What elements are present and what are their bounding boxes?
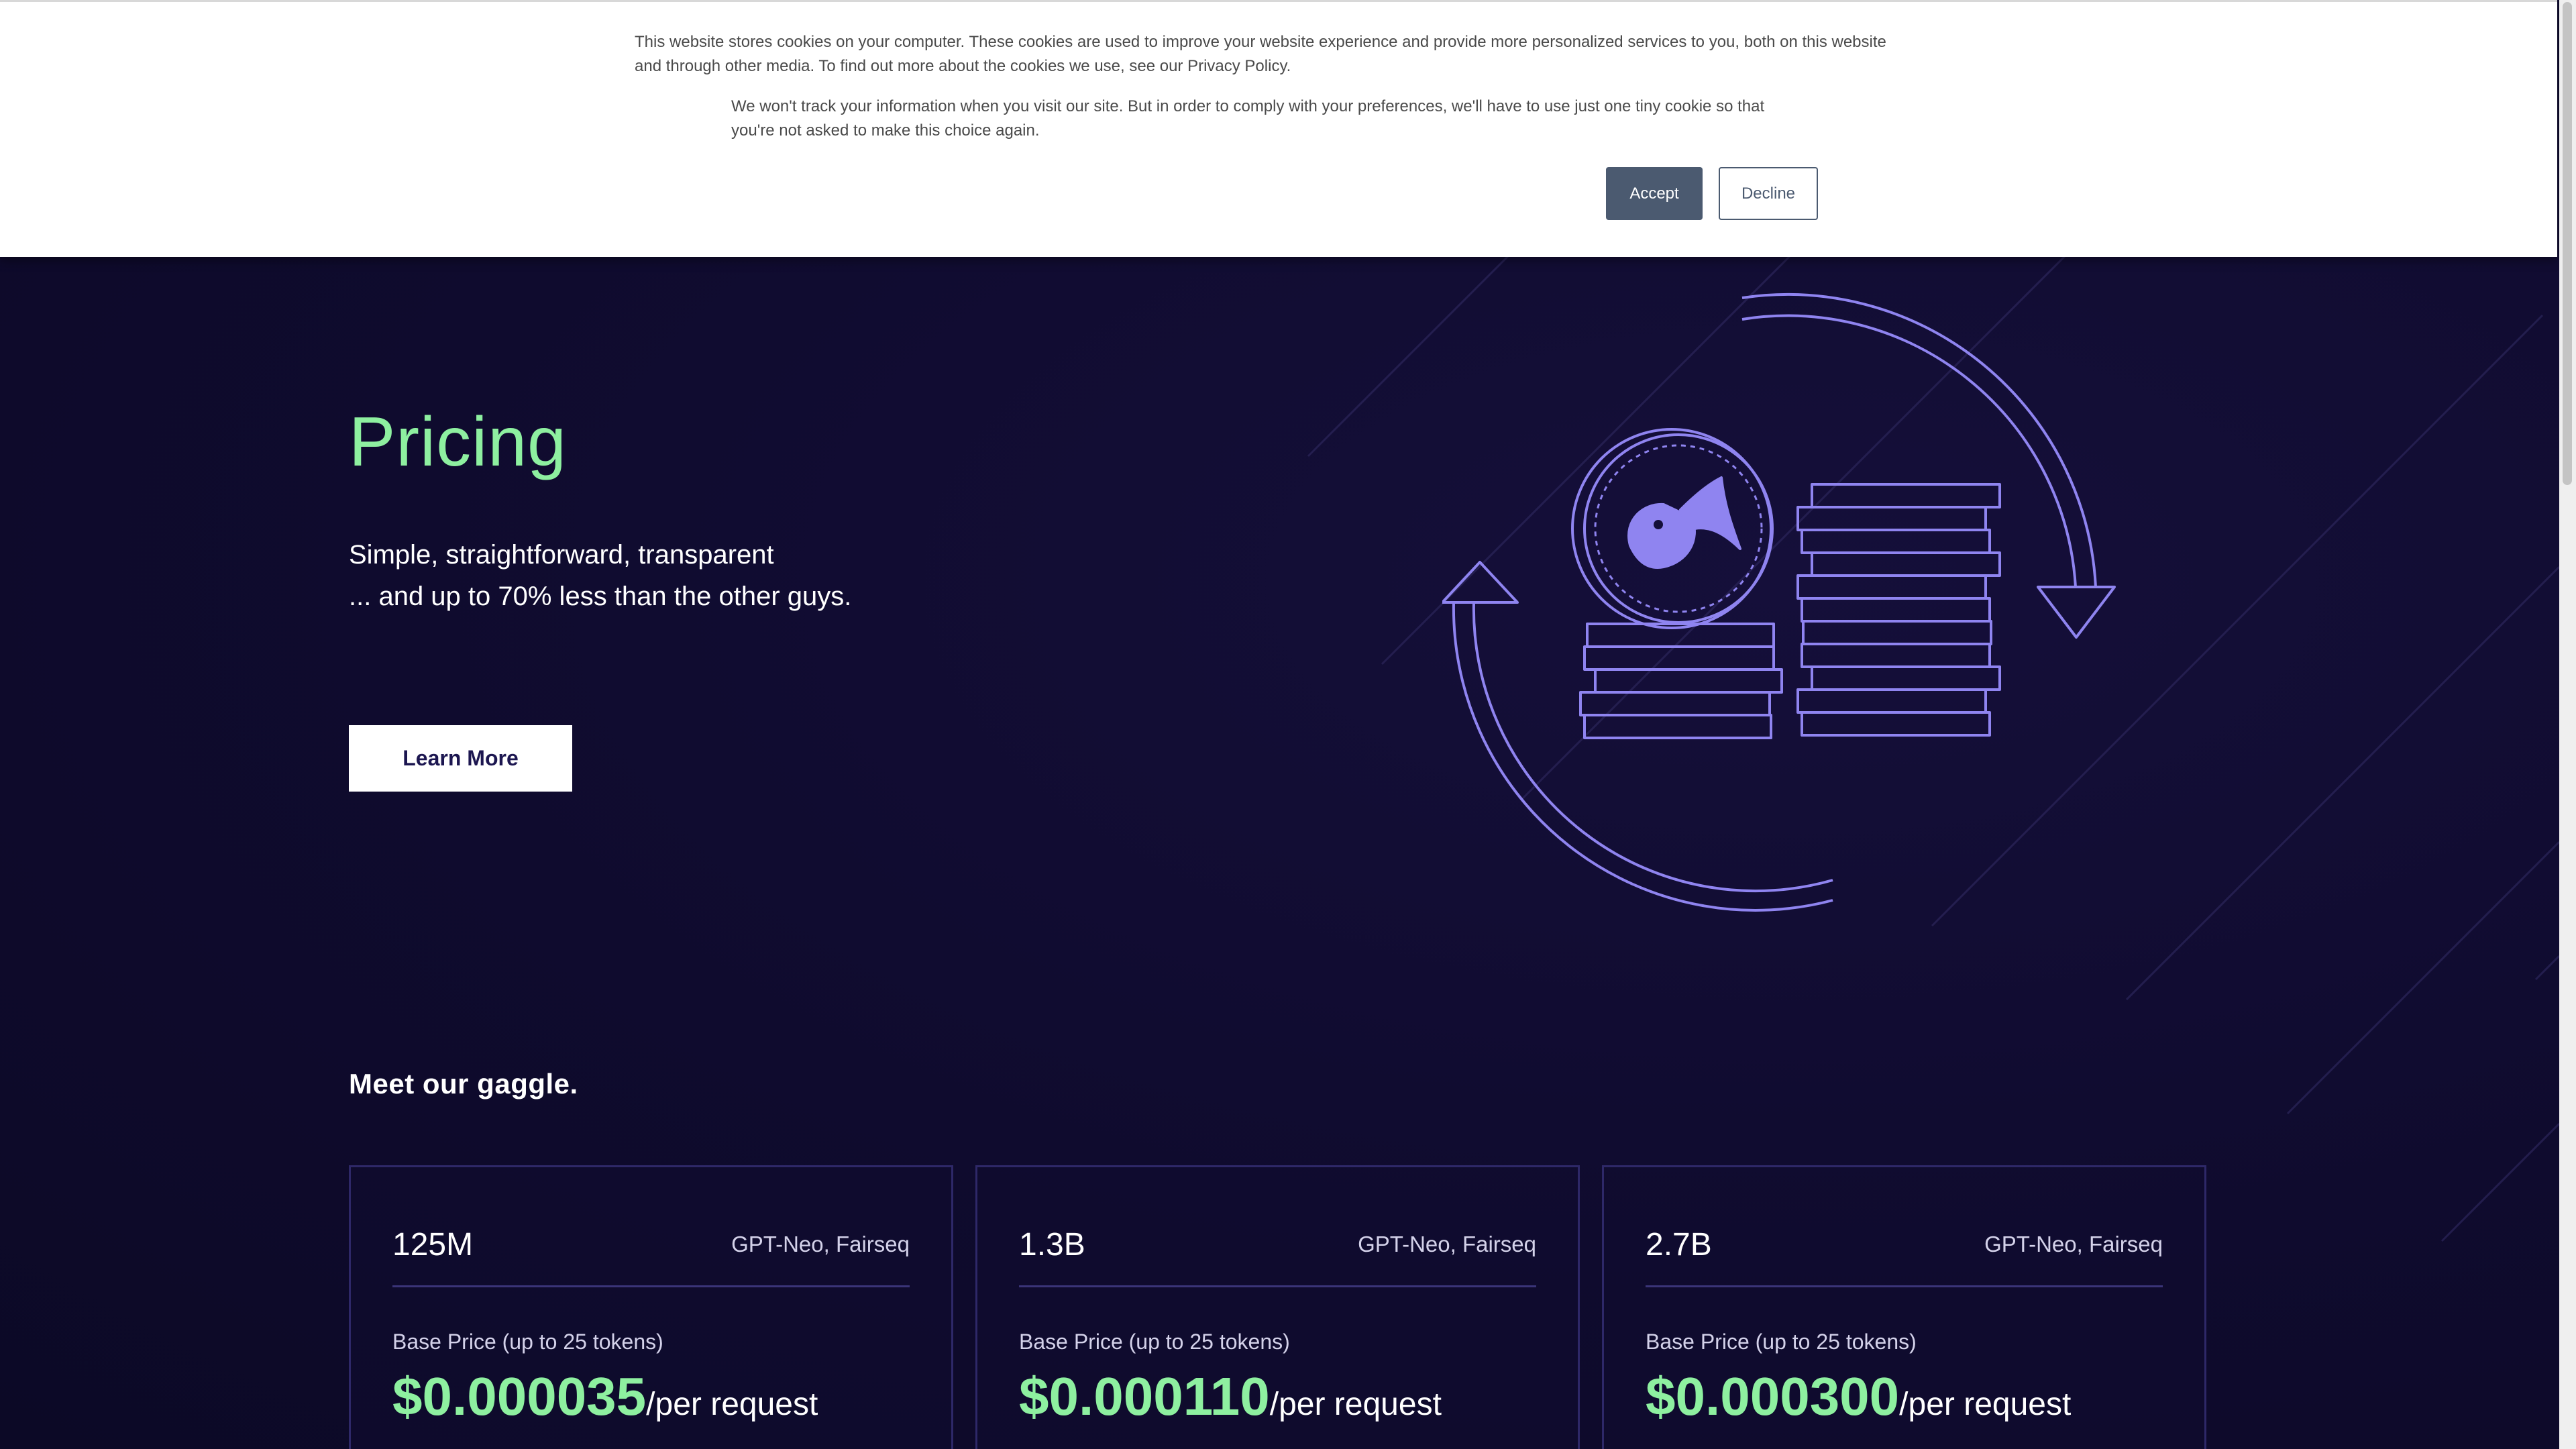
scrollbar-thumb[interactable]	[2563, 2, 2572, 485]
card-price-value: $0.000110	[1019, 1366, 1270, 1426]
pricing-card-2-7b: 2.7B GPT-Neo, Fairseq Base Price (up to …	[1602, 1165, 2206, 1449]
card-base-price-label: Base Price (up to 25 tokens)	[392, 1330, 663, 1354]
cookie-banner: This website stores cookies on your comp…	[0, 0, 2557, 257]
card-price-unit: /per request	[1269, 1387, 1442, 1422]
card-model-size: 1.3B	[1019, 1227, 1085, 1263]
vertical-scrollbar[interactable]	[2559, 0, 2576, 1449]
page: Pricing Simple, straightforward, transpa…	[0, 0, 2559, 1449]
pricing-card-125m: 125M GPT-Neo, Fairseq Base Price (up to …	[349, 1165, 953, 1449]
hero-subtitle: Simple, straightforward, transparent ...…	[349, 534, 851, 617]
cookie-tracking-text: We won't track your information when you…	[731, 97, 1765, 140]
card-model-names: GPT-Neo, Fairseq	[731, 1232, 910, 1256]
card-model-names: GPT-Neo, Fairseq	[1984, 1232, 2163, 1256]
coin-stack-icon	[1796, 483, 2001, 737]
pricing-illustration	[1442, 293, 2116, 912]
hero-subtitle-line-1: Simple, straightforward, transparent	[349, 540, 774, 570]
page-title: Pricing	[349, 403, 567, 481]
card-model-names: GPT-Neo, Fairseq	[1358, 1232, 1536, 1256]
card-price-unit: /per request	[646, 1387, 818, 1422]
card-model-size: 125M	[392, 1227, 474, 1263]
card-divider	[1646, 1285, 2163, 1287]
section-title-gaggle: Meet our gaggle.	[349, 1068, 578, 1099]
card-price: $0.000035/per request	[392, 1366, 818, 1428]
card-base-price-label: Base Price (up to 25 tokens)	[1019, 1330, 1290, 1354]
card-model-size: 2.7B	[1646, 1227, 1712, 1263]
cycle-arrows-icon	[1442, 293, 2116, 912]
card-price-unit: /per request	[1899, 1387, 2072, 1422]
coin-stack-icon	[1579, 623, 1783, 739]
card-divider	[392, 1285, 910, 1287]
pricing-card-1-3b: 1.3B GPT-Neo, Fairseq Base Price (up to …	[975, 1165, 1580, 1449]
cookie-notice-text: This website stores cookies on your comp…	[635, 33, 1886, 75]
card-price: $0.000110/per request	[1019, 1366, 1442, 1428]
goose-logo-icon	[1571, 428, 1774, 629]
hero-subtitle-line-2: ... and up to 70% less than the other gu…	[349, 582, 852, 611]
accept-cookies-button[interactable]: Accept	[1606, 167, 1703, 220]
decline-cookies-button[interactable]: Decline	[1719, 167, 1818, 220]
card-base-price-label: Base Price (up to 25 tokens)	[1646, 1330, 1917, 1354]
card-divider	[1019, 1285, 1536, 1287]
card-price: $0.000300/per request	[1646, 1366, 2071, 1428]
card-price-value: $0.000035	[392, 1366, 647, 1426]
card-price-value: $0.000300	[1646, 1366, 1900, 1426]
learn-more-button[interactable]: Learn More	[349, 725, 572, 792]
